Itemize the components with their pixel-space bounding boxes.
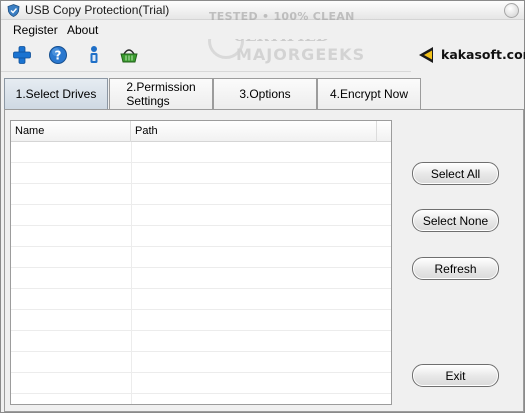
menu-register[interactable]: Register bbox=[13, 23, 58, 37]
exit-button[interactable]: Exit bbox=[412, 364, 499, 387]
plus-icon[interactable] bbox=[12, 45, 32, 65]
tab-select-drives[interactable]: 1.Select Drives bbox=[4, 78, 108, 109]
title-bar: USB Copy Protection(Trial) bbox=[1, 1, 524, 20]
column-header-filler bbox=[377, 121, 391, 142]
list-row-line bbox=[11, 246, 391, 247]
app-window: USB Copy Protection(Trial) TESTED • 100%… bbox=[0, 0, 525, 413]
tab-encrypt-now[interactable]: 4.Encrypt Now bbox=[317, 78, 421, 109]
help-icon[interactable]: ? bbox=[48, 45, 68, 65]
window-control-button[interactable] bbox=[504, 3, 519, 18]
list-body bbox=[11, 142, 391, 404]
menu-about[interactable]: About bbox=[67, 23, 98, 37]
list-row-line bbox=[11, 162, 391, 163]
list-row-line bbox=[11, 330, 391, 331]
tab-label: 1.Select Drives bbox=[15, 87, 97, 101]
list-row-line bbox=[11, 309, 391, 310]
tab-label: 3.Options bbox=[239, 87, 291, 101]
menu-bar: Register About bbox=[1, 20, 524, 39]
window-title: USB Copy Protection(Trial) bbox=[25, 3, 170, 17]
list-row-line bbox=[11, 267, 391, 268]
list-row-line bbox=[11, 288, 391, 289]
tab-permission-settings[interactable]: 2.Permission Settings bbox=[109, 78, 213, 109]
drives-list[interactable]: Name Path bbox=[10, 120, 392, 405]
brand-logo-area: kakasoft.com bbox=[416, 43, 525, 67]
kakasoft-logo-icon bbox=[419, 47, 433, 63]
list-row-line bbox=[11, 372, 391, 373]
tab-options[interactable]: 3.Options bbox=[213, 78, 317, 109]
brand-name: kakasoft.com bbox=[441, 47, 525, 62]
tab-label: 2.Permission Settings bbox=[126, 80, 196, 108]
shield-app-icon bbox=[7, 4, 20, 17]
toolbar-divider bbox=[1, 71, 411, 72]
list-row-line bbox=[11, 393, 391, 394]
column-header-path[interactable]: Path bbox=[131, 121, 377, 142]
select-all-button[interactable]: Select All bbox=[412, 162, 499, 185]
list-header: Name Path bbox=[11, 121, 391, 142]
list-row-line bbox=[11, 183, 391, 184]
basket-icon[interactable] bbox=[119, 45, 139, 65]
svg-text:?: ? bbox=[55, 49, 62, 63]
tab-label: 4.Encrypt Now bbox=[329, 87, 409, 101]
tab-strip: 1.Select Drives 2.Permission Settings 3.… bbox=[4, 78, 524, 109]
refresh-button[interactable]: Refresh bbox=[412, 257, 499, 280]
column-divider bbox=[131, 142, 132, 404]
column-header-name[interactable]: Name bbox=[11, 121, 131, 142]
list-row-line bbox=[11, 204, 391, 205]
select-drives-panel: Name Path Select All Select None Refresh… bbox=[4, 109, 524, 412]
list-row-line bbox=[11, 225, 391, 226]
info-icon[interactable] bbox=[84, 45, 104, 65]
select-none-button[interactable]: Select None bbox=[412, 209, 499, 232]
list-row-line bbox=[11, 351, 391, 352]
